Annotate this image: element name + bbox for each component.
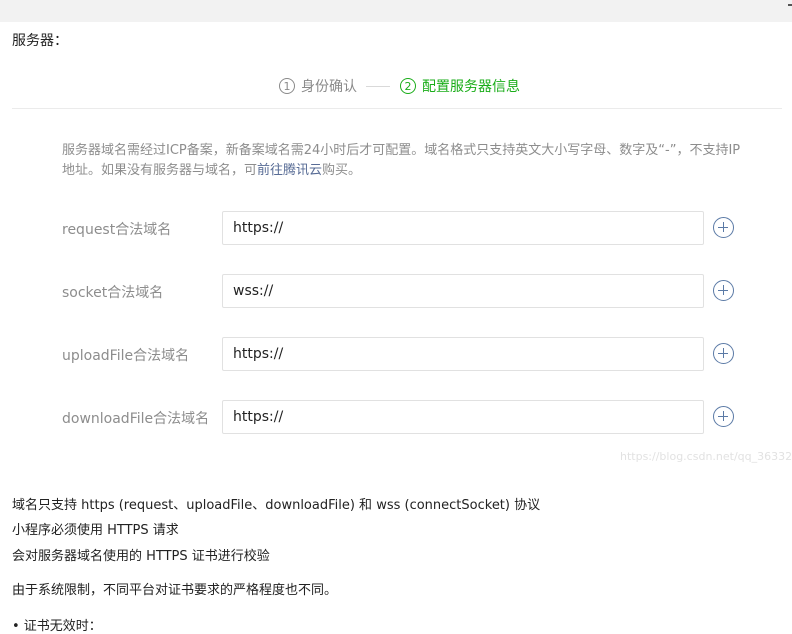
upload-file-domain-input[interactable]	[222, 337, 704, 371]
request-domain-row: request合法域名	[0, 211, 792, 245]
step-connector	[366, 86, 390, 87]
watermark: https://blog.csdn.net/qq_363329	[620, 450, 792, 463]
step-label-1: 身份确认	[301, 79, 357, 95]
request-domain-input[interactable]	[222, 211, 704, 245]
clipped-text: • 证书无效时：	[12, 619, 102, 634]
socket-domain-row: socket合法域名	[0, 274, 792, 308]
header-divider	[12, 108, 782, 109]
notice-text-end: 购买。	[322, 163, 362, 178]
domain-notice: 服务器域名需经过ICP备案，新备案域名需24小时后才可配置。域名格式只支持英文大…	[62, 141, 742, 181]
upload-file-domain-row: uploadFile合法域名	[0, 337, 792, 371]
upload-file-domain-label: uploadFile合法域名	[62, 348, 190, 364]
plus-circle-icon[interactable]	[713, 280, 734, 301]
socket-domain-label: socket合法域名	[62, 285, 164, 301]
download-file-domain-input[interactable]	[222, 400, 704, 434]
plus-circle-icon[interactable]	[713, 406, 734, 427]
step-number-2: 2	[400, 78, 416, 94]
step-configure-server: 2 配置服务器信息	[400, 76, 520, 96]
step-identity-confirm: 1 身份确认	[279, 76, 357, 96]
tencent-cloud-link[interactable]: 前往腾讯云	[257, 163, 322, 178]
step-number-1: 1	[279, 78, 295, 94]
request-domain-label: request合法域名	[62, 222, 172, 238]
download-file-domain-label: downloadFile合法域名	[62, 411, 210, 427]
protocol-description: 域名只支持 https (request、uploadFile、download…	[12, 498, 541, 513]
download-file-domain-row: downloadFile合法域名	[0, 400, 792, 434]
https-requirement: 小程序必须使用 HTTPS 请求	[12, 523, 179, 538]
top-bar	[0, 0, 792, 22]
socket-domain-input[interactable]	[222, 274, 704, 308]
step-label-2: 配置服务器信息	[422, 79, 520, 95]
notice-text: 服务器域名需经过ICP备案，新备案域名需24小时后才可配置。域名格式只支持英文大…	[62, 143, 741, 178]
top-bar-mark	[788, 4, 792, 6]
plus-circle-icon[interactable]	[713, 217, 734, 238]
cert-validation-note: 会对服务器域名使用的 HTTPS 证书进行校验	[12, 549, 270, 564]
step-indicator: 1 身份确认 2 配置服务器信息	[0, 76, 792, 96]
platform-note: 由于系统限制，不同平台对证书要求的严格程度也不同。	[12, 583, 338, 598]
section-label: 服务器：	[12, 33, 68, 49]
plus-circle-icon[interactable]	[713, 343, 734, 364]
